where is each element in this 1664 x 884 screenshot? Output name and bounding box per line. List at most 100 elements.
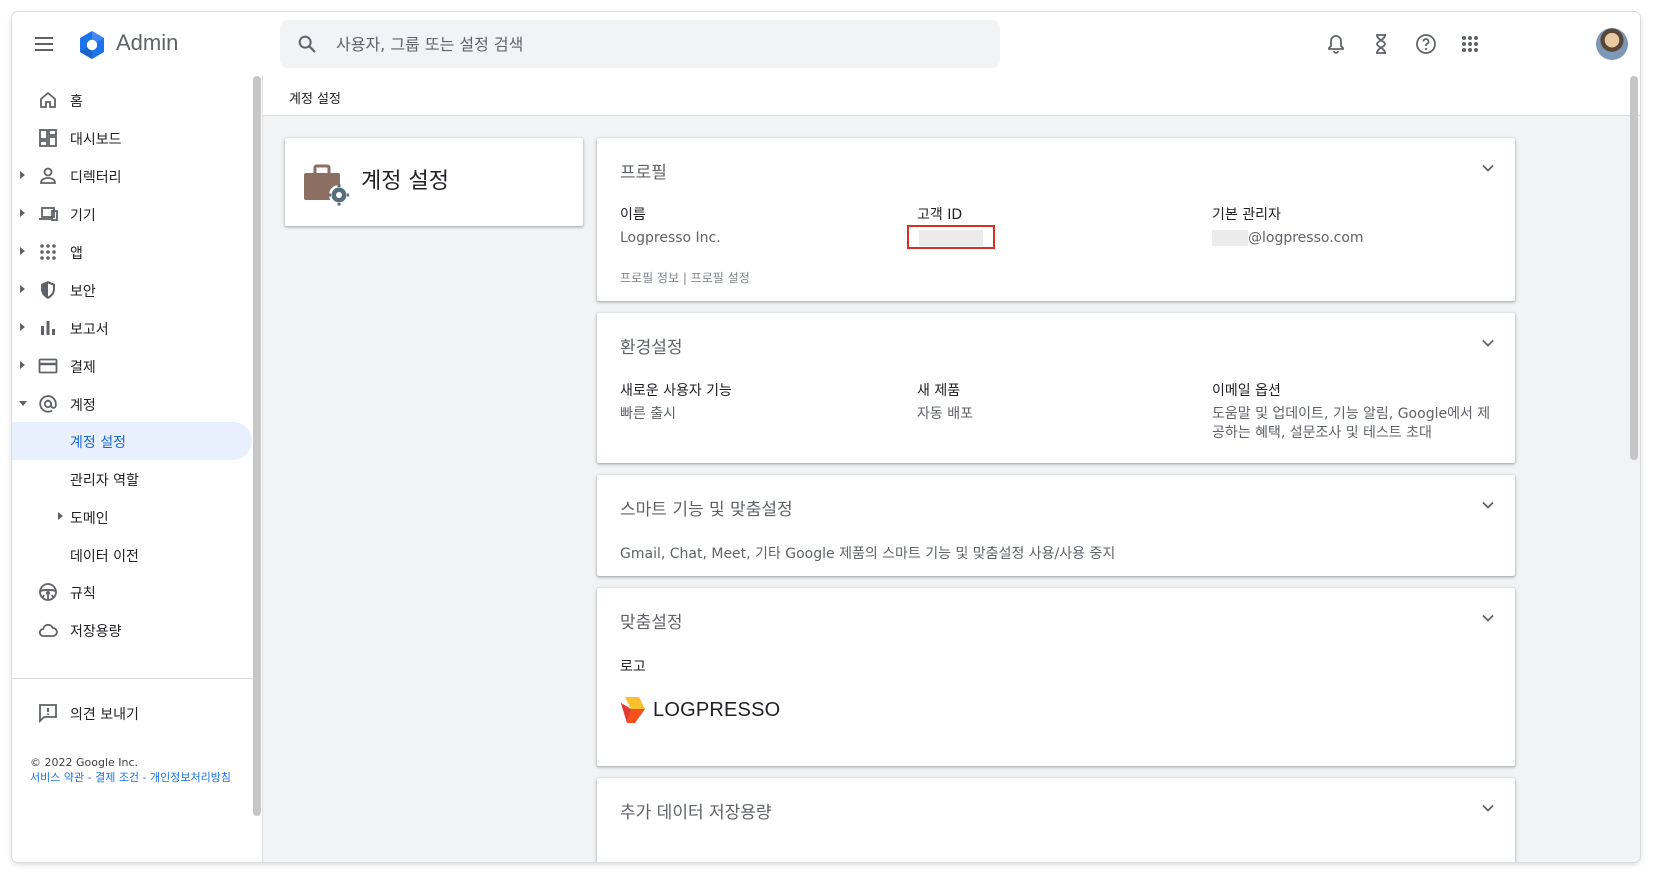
bell-icon[interactable] [1324,32,1348,56]
avatar[interactable] [1596,28,1628,60]
main-scrollbar[interactable] [1630,76,1638,460]
smart-features-card[interactable]: 스마트 기능 및 맞춤설정 Gmail, Chat, Meet, 기타 Goog… [597,475,1515,576]
field-label: 이름 [620,207,646,223]
card-title: 스마트 기능 및 맞춤설정 [620,500,793,520]
logpresso-logo-mark [621,697,645,723]
admin-logo [80,31,104,59]
main-menu-icon[interactable] [34,34,54,54]
sidebar-item-label: 계정 [70,398,96,414]
sidebar-item-security[interactable]: 보안 [12,271,252,309]
sidebar-scrollbar[interactable] [253,76,261,816]
field-label: 기본 관리자 [1212,207,1281,223]
sidebar-item-label: 디렉터리 [70,170,122,186]
sidebar-item-label: 앱 [70,246,83,262]
hourglass-icon[interactable] [1369,32,1393,56]
chevron-down-icon[interactable] [1481,801,1495,815]
field-label: 새로운 사용자 기능 [620,383,732,399]
person-icon [40,167,56,184]
dashboard-icon [39,129,57,147]
breadcrumb: 계정 설정 [289,92,341,107]
sidebar-item-directory[interactable]: 디렉터리 [12,157,252,195]
chevron-down-icon[interactable] [1481,498,1495,512]
expand-caret-icon[interactable] [20,209,25,217]
copyright: © 2022 Google Inc. [30,756,139,769]
profile-card[interactable]: 프로필 이름 Logpresso Inc. 고객 ID 기본 관리자 @logp… [597,138,1515,301]
field-label: 이메일 옵션 [1212,383,1281,399]
profile-settings-link[interactable]: 프로필 설정 [691,271,750,285]
billing-terms-link[interactable]: 결제 조건 [95,771,139,784]
search-icon [298,35,316,53]
shield-icon [41,281,55,299]
new-user-features-field: 새로운 사용자 기능 빠른 출시 [620,380,910,424]
field-value: @logpresso.com [1248,230,1364,246]
card-title: 환경설정 [620,338,683,358]
personalization-card[interactable]: 맞춤설정 로고 LOGPRESSO [597,588,1515,766]
sidebar-item-rules[interactable]: 규칙 [12,573,252,611]
sidebar-item-label: 관리자 역할 [70,473,139,489]
apps-grid-icon[interactable] [1458,32,1482,56]
card-title: 추가 데이터 저장용량 [620,803,772,823]
chevron-down-icon[interactable] [1481,611,1495,625]
sidebar-item-label: 보고서 [70,322,109,338]
field-value: Logpresso Inc. [620,230,721,246]
sidebar-item-devices[interactable]: 기기 [12,195,252,233]
search-input[interactable] [336,20,976,68]
sidebar-item-storage[interactable]: 저장용량 [12,611,252,649]
main-content: 계정 설정 계정 설정 프로필 이름 Logpresso Inc. 고객 ID … [262,76,1640,862]
expand-caret-icon[interactable] [20,247,25,255]
credit-card-icon [38,358,58,374]
admin-window: Admin 사용자, 그룹 또는 설정 검색 홈 대시보드 디렉터리 기기 앱 … [12,12,1640,862]
home-icon [40,91,56,108]
sidebar-item-billing[interactable]: 결제 [12,347,252,385]
field-value: 도움말 및 업데이트, 기능 알림, Google에서 제공하는 혜택, 설문조… [1212,406,1491,441]
collapse-caret-icon[interactable] [19,401,27,406]
briefcase-gear-icon [304,164,349,206]
sidebar-item-label: 계정 설정 [70,435,126,451]
preferences-card[interactable]: 환경설정 새로운 사용자 기능 빠른 출시 새 제품 자동 배포 이메일 옵션 … [597,313,1515,463]
feedback-label: 의견 보내기 [70,707,139,723]
customer-id-field: 고객 ID [917,204,1207,224]
expand-caret-icon[interactable] [58,512,63,520]
sidebar-divider [12,678,254,679]
sidebar-item-home[interactable]: 홈 [12,81,252,119]
redacted-value [919,230,983,246]
bar-chart-icon [41,321,55,335]
logo-wordmark: LOGPRESSO [653,698,781,721]
sidebar-item-label: 데이터 이전 [70,549,139,565]
field-value-row: @logpresso.com [1212,229,1502,248]
chevron-down-icon[interactable] [1481,336,1495,350]
logo-label: 로고 [620,659,646,675]
apps-icon [40,244,56,260]
profile-info-link[interactable]: 프로필 정보 [620,271,679,285]
expand-caret-icon[interactable] [20,285,25,293]
sidebar-item-label: 홈 [70,94,83,110]
app-title: Admin [116,30,179,55]
expand-caret-icon[interactable] [20,323,25,331]
sidebar-item-domains[interactable]: 도메인 [12,498,252,536]
sidebar: 홈 대시보드 디렉터리 기기 앱 보안 보고서 결제 계정 계정 설정 관리자 … [12,76,268,862]
sidebar-item-label: 보안 [70,284,96,300]
page-title-card: 계정 설정 [285,138,583,226]
terms-link[interactable]: 서비스 약관 [30,771,84,784]
sidebar-item-dashboard[interactable]: 대시보드 [12,119,252,157]
cloud-icon [38,623,58,637]
sidebar-item-label: 저장용량 [70,624,122,640]
privacy-policy-link[interactable]: 개인정보처리방침 [150,771,231,784]
sidebar-item-account-settings[interactable]: 계정 설정 [12,422,252,460]
expand-caret-icon[interactable] [20,171,25,179]
sidebar-item-reports[interactable]: 보고서 [12,309,252,347]
expand-caret-icon[interactable] [20,361,25,369]
help-icon[interactable] [1414,32,1438,56]
sidebar-item-data-migration[interactable]: 데이터 이전 [12,536,252,574]
search-bar[interactable] [280,20,1000,68]
additional-storage-card[interactable]: 추가 데이터 저장용량 [597,778,1515,862]
card-description: Gmail, Chat, Meet, 기타 Google 제품의 스마트 기능 … [620,546,1116,562]
sidebar-item-account[interactable]: 계정 [12,385,252,423]
sidebar-item-apps[interactable]: 앱 [12,233,252,271]
sidebar-item-admin-roles[interactable]: 관리자 역할 [12,460,252,498]
sidebar-item-label: 결제 [70,360,96,376]
chevron-down-icon[interactable] [1481,161,1495,175]
new-products-field: 새 제품 자동 배포 [917,380,1207,424]
breadcrumb-bar: 계정 설정 [263,76,1640,116]
feedback-button[interactable]: 의견 보내기 [12,694,252,732]
